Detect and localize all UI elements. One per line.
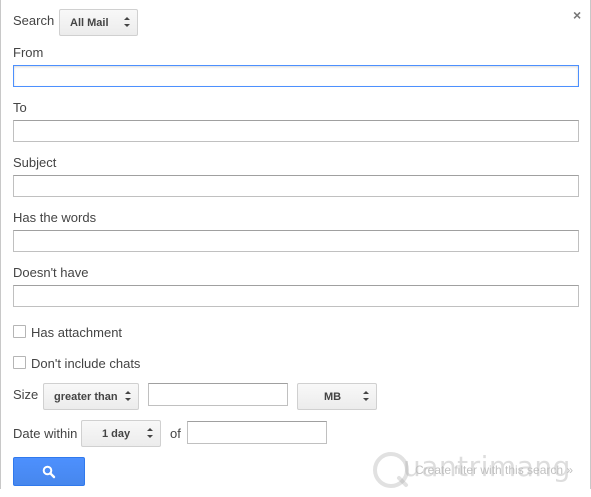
subject-input[interactable] — [13, 175, 579, 197]
search-icon — [42, 465, 56, 478]
create-filter-link[interactable]: Create filter with this search » — [415, 463, 573, 477]
size-value-input[interactable] — [148, 383, 288, 406]
has-words-input[interactable] — [13, 230, 579, 252]
dont-include-chats-checkbox[interactable] — [13, 356, 26, 369]
has-attachment-label[interactable]: Has attachment — [31, 325, 122, 340]
doesnt-have-input[interactable] — [13, 285, 579, 307]
advanced-search-dialog: × Search All Mail From To Subject Has th… — [0, 0, 591, 490]
from-label: From — [13, 45, 44, 60]
search-button[interactable] — [13, 457, 85, 486]
date-within-value: 1 day — [102, 427, 131, 440]
search-scope-value: All Mail — [70, 16, 109, 29]
search-scope-label: Search — [13, 13, 55, 28]
subject-label: Subject — [13, 155, 57, 170]
has-words-label: Has the words — [13, 210, 97, 225]
date-within-select[interactable]: 1 day — [81, 420, 161, 447]
date-of-label: of — [170, 426, 181, 441]
dont-include-chats-label[interactable]: Don't include chats — [31, 356, 140, 371]
close-icon[interactable]: × — [573, 8, 581, 22]
has-attachment-checkbox[interactable] — [13, 325, 26, 338]
select-arrows-icon — [363, 391, 369, 401]
size-unit-select[interactable]: MB — [297, 383, 377, 410]
date-of-input[interactable] — [187, 421, 327, 444]
size-label: Size — [13, 387, 39, 402]
date-within-label: Date within — [13, 426, 78, 441]
size-unit-value: MB — [324, 390, 342, 403]
size-comparator-value: greater than — [54, 390, 118, 403]
underlying-page-strip — [0, 489, 591, 497]
search-scope-select[interactable]: All Mail — [59, 9, 138, 36]
to-input[interactable] — [13, 120, 579, 142]
from-input[interactable] — [13, 65, 579, 87]
select-arrows-icon — [125, 391, 131, 401]
select-arrows-icon — [147, 428, 153, 438]
select-arrows-icon — [124, 17, 130, 27]
size-comparator-select[interactable]: greater than — [43, 383, 139, 410]
doesnt-have-label: Doesn't have — [13, 265, 89, 280]
to-label: To — [13, 100, 27, 115]
